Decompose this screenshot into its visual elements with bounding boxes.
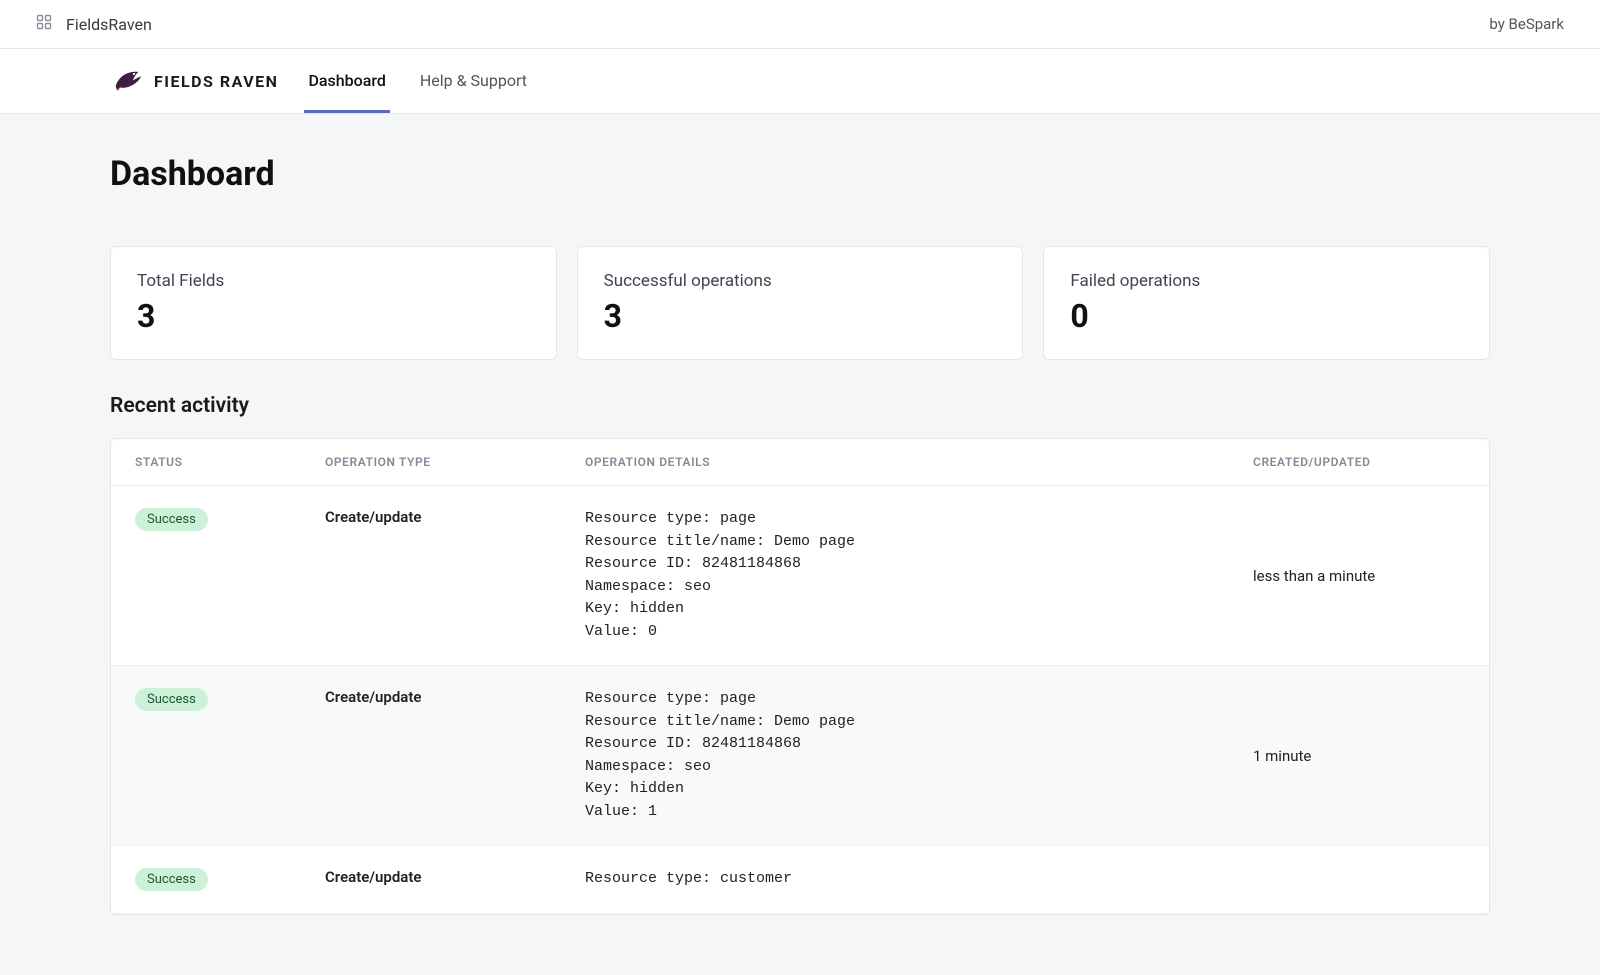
activity-table: STATUS OPERATION TYPE OPERATION DETAILS … xyxy=(110,438,1490,915)
nav-help-support[interactable]: Help & Support xyxy=(416,50,531,113)
col-header-op-details: OPERATION DETAILS xyxy=(561,439,1229,486)
time-cell: 1 minute xyxy=(1229,666,1489,846)
stat-value: 3 xyxy=(604,297,997,335)
operation-details: Resource type: page Resource title/name:… xyxy=(561,486,1229,666)
logo-text: FIELDS RAVEN xyxy=(154,72,278,91)
recent-activity-heading: Recent activity xyxy=(110,394,1490,418)
stat-label: Total Fields xyxy=(137,271,530,291)
raven-logo-icon xyxy=(110,62,144,100)
table-row: Success Create/update Resource type: pag… xyxy=(111,666,1489,846)
stat-value: 0 xyxy=(1070,297,1463,335)
header-nav: FIELDS RAVEN Dashboard Help & Support xyxy=(0,49,1600,114)
stat-cards-row: Total Fields 3 Successful operations 3 F… xyxy=(110,246,1490,360)
top-bar-left: FieldsRaven xyxy=(36,14,152,34)
operation-details: Resource type: customer xyxy=(561,846,1229,914)
col-header-op-type: OPERATION TYPE xyxy=(301,439,561,486)
operation-details: Resource type: page Resource title/name:… xyxy=(561,666,1229,846)
operation-type: Create/update xyxy=(301,666,561,846)
byline: by BeSpark xyxy=(1489,15,1564,33)
page-title: Dashboard xyxy=(110,154,1490,194)
table-row: Success Create/update Resource type: cus… xyxy=(111,846,1489,914)
table-row: Success Create/update Resource type: pag… xyxy=(111,486,1489,666)
main-content: Dashboard Total Fields 3 Successful oper… xyxy=(0,114,1600,975)
stat-card-successful-ops: Successful operations 3 xyxy=(577,246,1024,360)
operation-type: Create/update xyxy=(301,486,561,666)
logo-block[interactable]: FIELDS RAVEN xyxy=(110,62,278,100)
nav-dashboard[interactable]: Dashboard xyxy=(304,50,389,113)
operation-type: Create/update xyxy=(301,846,561,914)
apps-grid-icon[interactable] xyxy=(36,14,52,34)
time-cell xyxy=(1229,846,1489,914)
col-header-status: STATUS xyxy=(111,439,301,486)
app-name: FieldsRaven xyxy=(66,15,152,34)
status-badge: Success xyxy=(135,508,208,531)
time-cell: less than a minute xyxy=(1229,486,1489,666)
status-badge: Success xyxy=(135,868,208,891)
stat-card-failed-ops: Failed operations 0 xyxy=(1043,246,1490,360)
stat-label: Failed operations xyxy=(1070,271,1463,291)
stat-value: 3 xyxy=(137,297,530,335)
stat-card-total-fields: Total Fields 3 xyxy=(110,246,557,360)
col-header-time: CREATED/UPDATED xyxy=(1229,439,1489,486)
stat-label: Successful operations xyxy=(604,271,997,291)
status-badge: Success xyxy=(135,688,208,711)
top-bar: FieldsRaven by BeSpark xyxy=(0,0,1600,49)
